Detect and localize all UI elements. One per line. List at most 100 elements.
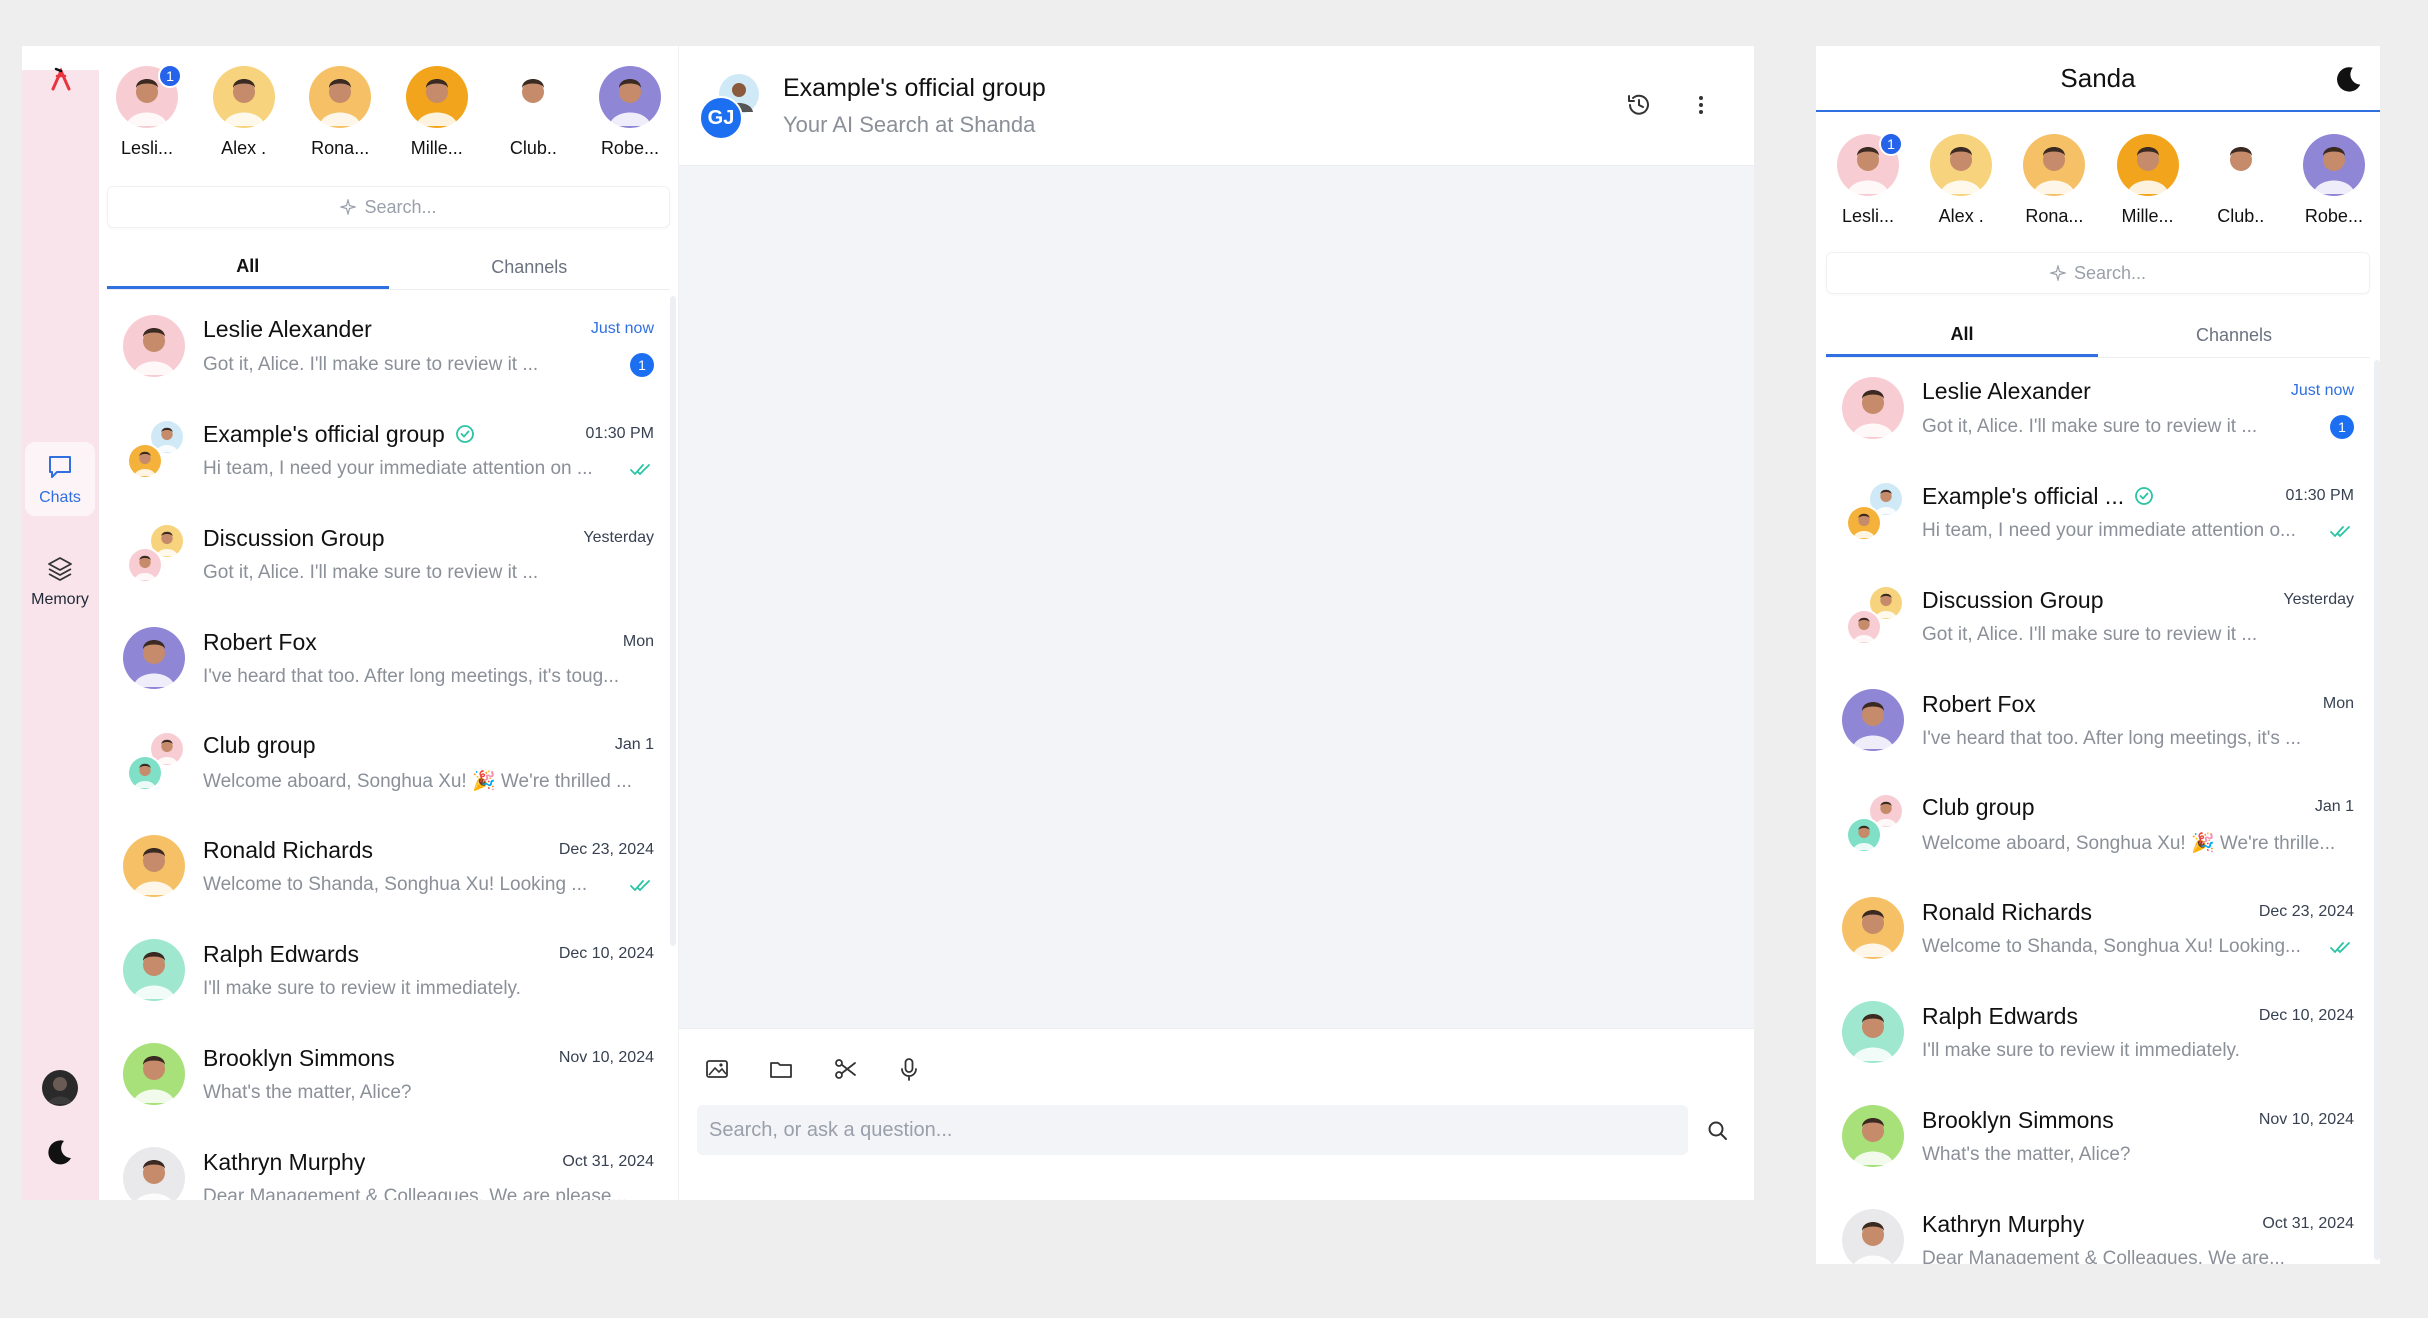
- story-item[interactable]: Alex .: [210, 66, 278, 176]
- chat-time: Jan 1: [614, 736, 654, 753]
- story-avatar: [2023, 134, 2086, 196]
- user-avatar[interactable]: [42, 1070, 78, 1106]
- chat-list-item[interactable]: Ralph Edwards Dec 10, 2024 I'll make sure …: [1826, 980, 2370, 1084]
- chat-item-bottom: Welcome aboard, Songhua Xu! 🎉 We're thri…: [1922, 831, 2354, 855]
- chat-list-item[interactable]: Ronald Richards Dec 23, 2024 Welcome to Sh…: [107, 814, 670, 918]
- chat-list-item[interactable]: Kathryn Murphy Oct 31, 2024 Dear Managemen…: [1826, 1188, 2370, 1264]
- conversation-pane: GJ Example's official group Your AI Sear…: [679, 46, 1754, 1200]
- story-item[interactable]: Club..: [499, 66, 567, 176]
- chat-name: Club group: [1922, 793, 2035, 820]
- chat-item-bottom: Dear Management & Colleagues, We are...: [1922, 1248, 2354, 1265]
- scissors-icon[interactable]: [831, 1055, 859, 1083]
- story-item[interactable]: Rona...: [2020, 134, 2088, 244]
- chat-time: Oct 31, 2024: [2262, 1215, 2354, 1232]
- chat-item-top: Leslie Alexander Just now: [1922, 378, 2354, 405]
- tab-channels[interactable]: Channels: [389, 246, 671, 289]
- chat-name: Brooklyn Simmons: [1922, 1106, 2114, 1133]
- chat-item-top: Kathryn Murphy Oct 31, 2024: [203, 1149, 654, 1176]
- chat-item-bottom: Got it, Alice. I'll make sure to review …: [1922, 414, 2354, 439]
- chat-time: Dec 23, 2024: [2258, 903, 2354, 920]
- story-strip: 1 Lesli... Alex . Rona... Mille... Club.. Robe…: [113, 64, 664, 176]
- chat-list-item[interactable]: Club group Jan 1 Welcome aboard, Songhua X…: [107, 710, 670, 814]
- chat-time: Dec 10, 2024: [2258, 1007, 2354, 1024]
- chat-list-item[interactable]: Robert Fox Mon I've heard that too. After …: [107, 606, 670, 710]
- chat-time: Mon: [2322, 695, 2354, 712]
- chat-item-top: Ronald Richards Dec 23, 2024: [203, 837, 654, 864]
- scrollbar[interactable]: [2374, 360, 2380, 1260]
- chat-list-item[interactable]: Ronald Richards Dec 23, 2024 Welcome to Sh…: [1826, 876, 2370, 980]
- tab-all[interactable]: All: [1826, 314, 2098, 357]
- chat-preview: I've heard that too. After long meetings…: [1922, 727, 2302, 749]
- group-avatar[interactable]: GJ: [699, 96, 743, 140]
- chat-list-item[interactable]: Brooklyn Simmons Nov 10, 2024 What's the m…: [1826, 1084, 2370, 1188]
- story-item[interactable]: Mille...: [2114, 134, 2182, 244]
- chat-item-body: Discussion Group Yesterday Got it, Alice. …: [1922, 587, 2354, 646]
- chat-name-wrap: Robert Fox: [1922, 691, 2036, 718]
- unread-badge: 1: [2330, 414, 2354, 439]
- chat-time: Jan 1: [2314, 798, 2354, 815]
- chat-list-item[interactable]: Example's official group 01:30 PM Hi team,…: [107, 398, 670, 502]
- chat-time: Yesterday: [2283, 591, 2354, 608]
- story-avatar: [2116, 134, 2179, 196]
- person-avatar-icon: [129, 445, 161, 477]
- chat-list-item[interactable]: Discussion Group Yesterday Got it, Alice. …: [1826, 564, 2370, 668]
- chat-time: Yesterday: [583, 529, 654, 546]
- story-item[interactable]: Robe...: [596, 66, 664, 176]
- story-label: Alex .: [221, 138, 267, 158]
- story-label: Rona...: [311, 138, 370, 158]
- contact-avatar: [123, 315, 185, 377]
- folder-icon[interactable]: [767, 1055, 795, 1083]
- conversation-subtitle: Your AI Search at Shanda: [783, 112, 1036, 137]
- nav-chats[interactable]: Chats: [25, 442, 95, 516]
- chat-name: Ralph Edwards: [1922, 1002, 2078, 1029]
- search-input[interactable]: Search...: [1826, 252, 2370, 294]
- unread-badge: 1: [1879, 132, 1903, 156]
- chat-list-item[interactable]: Leslie Alexander Just now Got it, Alice. I…: [1826, 356, 2370, 460]
- story-item[interactable]: Mille...: [403, 66, 471, 176]
- story-item[interactable]: Robe...: [2300, 134, 2368, 244]
- contact-avatar: [1842, 377, 1904, 439]
- chat-item-top: Ralph Edwards Dec 10, 2024: [203, 941, 654, 968]
- chat-list-item[interactable]: Discussion Group Yesterday Got it, Alice. …: [107, 502, 670, 606]
- story-item[interactable]: Alex .: [1927, 134, 1995, 244]
- chat-list-item[interactable]: Club group Jan 1 Welcome aboard, Songhua X…: [1826, 772, 2370, 876]
- chat-item-bottom: What's the matter, Alice?: [1922, 1144, 2354, 1166]
- person-avatar-icon: [129, 549, 161, 581]
- search-icon[interactable]: [1706, 1119, 1730, 1143]
- chat-list-item[interactable]: Leslie Alexander Just now Got it, Alice. I…: [107, 294, 670, 398]
- image-icon[interactable]: [703, 1055, 731, 1083]
- story-avatar: [405, 66, 468, 128]
- double-check-icon: [630, 463, 650, 475]
- story-item[interactable]: 1 Lesli...: [113, 64, 182, 176]
- chat-list-item[interactable]: Brooklyn Simmons Nov 10, 2024 What's the m…: [107, 1022, 670, 1126]
- composer-input[interactable]: [697, 1105, 1688, 1155]
- chat-list-item[interactable]: Ralph Edwards Dec 10, 2024 I'll make sure …: [107, 918, 670, 1022]
- chat-preview: Hi team, I need your immediate attention…: [1922, 519, 2296, 541]
- conversation-header: GJ Example's official group Your AI Sear…: [679, 46, 1754, 166]
- chat-time: Dec 23, 2024: [558, 841, 654, 858]
- chat-list-item[interactable]: Robert Fox Mon I've heard that too. After …: [1826, 668, 2370, 772]
- chat-item-body: Leslie Alexander Just now Got it, Alice. I…: [203, 316, 654, 377]
- story-item[interactable]: Club..: [2207, 134, 2275, 244]
- moon-icon[interactable]: [2334, 64, 2364, 94]
- search-input[interactable]: Search...: [107, 186, 670, 228]
- tab-all[interactable]: All: [107, 246, 389, 289]
- contact-avatar: [123, 1043, 185, 1105]
- tab-channels[interactable]: Channels: [2098, 314, 2370, 357]
- microphone-icon[interactable]: [895, 1055, 923, 1083]
- story-item[interactable]: Rona...: [306, 66, 374, 176]
- moon-icon[interactable]: [44, 1136, 76, 1168]
- scrollbar[interactable]: [670, 296, 676, 946]
- chat-item-top: Leslie Alexander Just now: [203, 316, 654, 343]
- chat-item-bottom: Hi team, I need your immediate attention…: [1922, 520, 2354, 542]
- story-item[interactable]: 1 Lesli...: [1834, 132, 1903, 244]
- person-avatar-icon: [123, 835, 185, 897]
- app-logo-icon[interactable]: [48, 66, 74, 92]
- contact-avatar: [123, 835, 185, 897]
- history-icon[interactable]: [1624, 90, 1654, 120]
- nav-memory[interactable]: Memory: [25, 544, 95, 618]
- more-vertical-icon[interactable]: [1686, 90, 1716, 120]
- contact-avatar: [1842, 1001, 1904, 1063]
- chat-list-item[interactable]: Kathryn Murphy Oct 31, 2024 Dear Managemen…: [107, 1126, 670, 1200]
- chat-list-item[interactable]: Example's official ... 01:30 PM Hi team, I…: [1826, 460, 2370, 564]
